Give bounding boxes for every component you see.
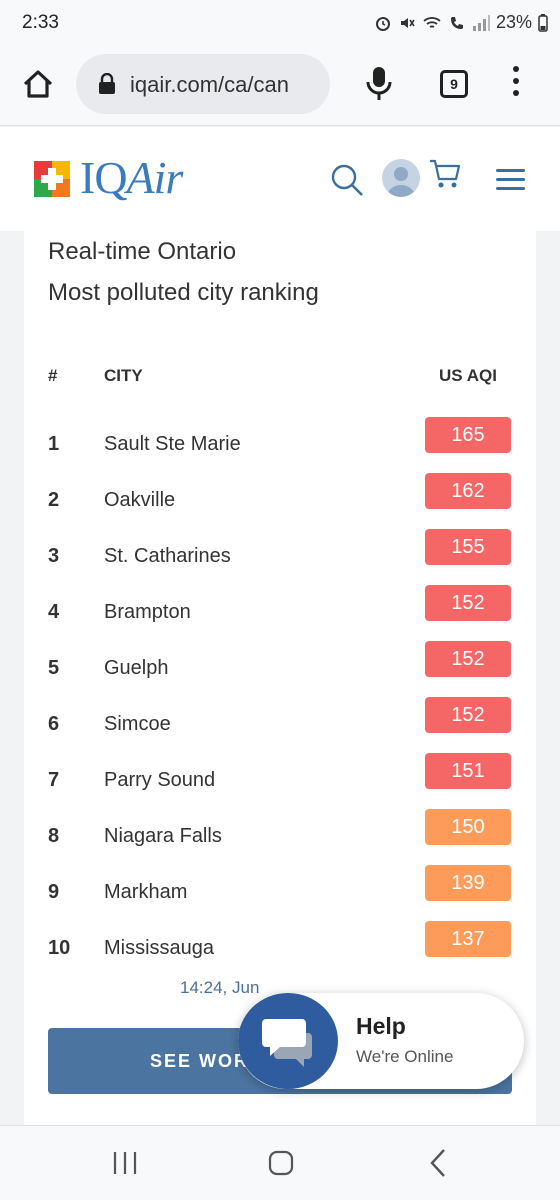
- row-city[interactable]: Oakville: [104, 489, 175, 512]
- chat-bubble-icon[interactable]: [238, 993, 338, 1089]
- site-menu-button[interactable]: [496, 169, 525, 196]
- iqair-logo-icon[interactable]: [34, 161, 70, 197]
- row-rank: 7: [48, 769, 60, 791]
- mute-icon: [398, 14, 416, 32]
- row-city[interactable]: Markham: [104, 881, 187, 904]
- help-status: We're Online: [356, 1047, 454, 1066]
- column-header-rank: #: [48, 366, 58, 385]
- row-rank: 4: [48, 601, 60, 623]
- ranking-subtitle: Most polluted city ranking: [48, 279, 319, 306]
- back-button[interactable]: [428, 1148, 448, 1183]
- row-rank: 5: [48, 657, 60, 679]
- status-bar: 2:33 23%: [0, 0, 560, 48]
- row-city[interactable]: Brampton: [104, 601, 191, 624]
- row-city[interactable]: Guelph: [104, 657, 169, 680]
- tab-switcher-button[interactable]: 9: [440, 70, 468, 98]
- ranking-row[interactable]: 8 Niagara Falls 150: [24, 809, 536, 865]
- aqi-badge: 139: [425, 865, 511, 901]
- voice-search-button[interactable]: [366, 66, 392, 107]
- ranking-row[interactable]: 7 Parry Sound 151: [24, 753, 536, 809]
- alarm-icon: [374, 14, 392, 32]
- ranking-card: Real-time Ontario Most polluted city ran…: [24, 231, 536, 1125]
- home-square-icon: [268, 1150, 294, 1176]
- ranking-row[interactable]: 2 Oakville 162: [24, 473, 536, 529]
- search-icon: [331, 164, 363, 196]
- home-button[interactable]: [20, 66, 56, 102]
- status-icons: 23%: [374, 12, 548, 33]
- help-title: Help: [356, 1013, 406, 1039]
- hamburger-icon: [496, 169, 525, 172]
- aqi-badge: 152: [425, 585, 511, 621]
- aqi-badge: 151: [425, 753, 511, 789]
- aqi-badge: 152: [425, 641, 511, 677]
- ranking-row[interactable]: 4 Brampton 152: [24, 585, 536, 641]
- system-nav-bar: [0, 1125, 560, 1200]
- call-icon: [448, 14, 466, 32]
- user-avatar[interactable]: [382, 159, 420, 197]
- aqi-badge: 137: [425, 921, 511, 957]
- browser-menu-button[interactable]: [510, 66, 522, 102]
- user-icon: [387, 167, 415, 197]
- row-rank: 8: [48, 825, 60, 847]
- ranking-row[interactable]: 1 Sault Ste Marie 165: [24, 417, 536, 473]
- row-rank: 2: [48, 489, 60, 511]
- ranking-title: Real-time Ontario: [48, 238, 237, 265]
- address-bar[interactable]: iqair.com/ca/can: [76, 54, 330, 114]
- aqi-badge: 162: [425, 473, 511, 509]
- ranking-row[interactable]: 9 Markham 139: [24, 865, 536, 921]
- search-button[interactable]: [330, 163, 364, 202]
- aqi-badge: 150: [425, 809, 511, 845]
- aqi-badge: 152: [425, 697, 511, 733]
- row-rank: 10: [48, 937, 71, 959]
- ranking-row[interactable]: 3 St. Catharines 155: [24, 529, 536, 585]
- row-rank: 9: [48, 881, 60, 903]
- browser-toolbar: iqair.com/ca/can 9: [0, 48, 560, 126]
- cart-button[interactable]: [428, 157, 462, 196]
- row-rank: 3: [48, 545, 60, 567]
- status-time: 2:33: [22, 12, 59, 33]
- main-content: Real-time Ontario Most polluted city ran…: [0, 231, 560, 1125]
- row-city[interactable]: Niagara Falls: [104, 825, 222, 848]
- column-header-city: CITY: [104, 366, 143, 385]
- lock-icon: [98, 72, 116, 100]
- column-header-aqi: US AQI: [439, 366, 497, 385]
- iqair-logo-text[interactable]: IQAir: [80, 151, 183, 204]
- ranking-row[interactable]: 5 Guelph 152: [24, 641, 536, 697]
- battery-icon: [538, 13, 548, 32]
- row-rank: 1: [48, 433, 60, 455]
- row-city[interactable]: Parry Sound: [104, 769, 215, 792]
- row-city[interactable]: St. Catharines: [104, 545, 231, 568]
- aqi-badge: 155: [425, 529, 511, 565]
- recent-apps-icon: [113, 1152, 137, 1174]
- ranking-row[interactable]: 6 Simcoe 152: [24, 697, 536, 753]
- recent-apps-button[interactable]: [112, 1150, 138, 1181]
- row-city[interactable]: Simcoe: [104, 713, 171, 736]
- more-vert-icon: [513, 66, 519, 72]
- ranking-row[interactable]: 10 Mississauga 137: [24, 921, 536, 977]
- row-city[interactable]: Mississauga: [104, 937, 214, 960]
- cart-icon: [430, 159, 461, 188]
- row-city[interactable]: Sault Ste Marie: [104, 433, 241, 456]
- battery-percent: 23%: [495, 12, 532, 32]
- microphone-icon: [366, 67, 392, 100]
- home-icon: [23, 70, 53, 98]
- wifi-icon: [422, 14, 442, 32]
- help-chat-widget[interactable]: Help We're Online: [238, 993, 524, 1089]
- url-text: iqair.com/ca/can: [130, 72, 289, 97]
- signal-icon: [472, 14, 490, 31]
- aqi-badge: 165: [425, 417, 511, 453]
- chevron-left-icon: [430, 1149, 445, 1177]
- row-rank: 6: [48, 713, 60, 735]
- site-header: IQAir: [0, 127, 560, 231]
- home-nav-button[interactable]: [268, 1150, 294, 1181]
